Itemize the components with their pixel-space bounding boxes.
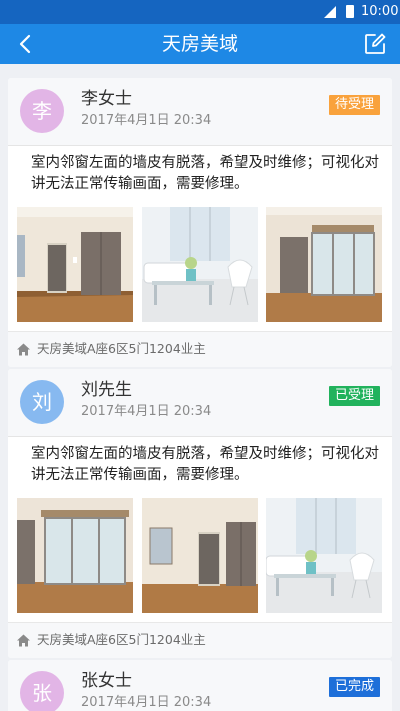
page-title: 天房美域 [161, 33, 238, 55]
repair-card[interactable]: 张 张女士 2017年4月1日 20:34 已完成 [8, 660, 392, 711]
edit-icon[interactable] [362, 31, 388, 57]
card-header: 李 李女士 2017年4月1日 20:34 待受理 [8, 78, 392, 145]
repair-list[interactable]: 李 李女士 2017年4月1日 20:34 待受理 室内邻窗左面的墙皮有脱落，希… [0, 64, 400, 711]
status-bar: 10:00 [0, 0, 400, 24]
photo-thumbnail[interactable] [142, 498, 258, 613]
home-icon [17, 634, 30, 647]
requester-name: 张女士 [81, 671, 132, 691]
battery-icon [346, 5, 354, 18]
status-time: 10:00 [361, 4, 399, 19]
status-badge: 已完成 [328, 677, 380, 697]
repair-description: 室内邻窗左面的墙皮有脱落，希望及时维修；可视化对讲无法正常传输画面，需要修理。 [31, 155, 379, 192]
status-badge: 待受理 [328, 95, 380, 115]
header-bar: 天房美域 [0, 24, 400, 64]
photo-thumbnail[interactable] [17, 498, 133, 613]
owner-address: 天房美域A座6区5门1204业主 [37, 341, 206, 356]
card-header: 张 张女士 2017年4月1日 20:34 已完成 [8, 660, 392, 711]
photo-thumbnail[interactable] [142, 207, 258, 322]
photo-thumbnail[interactable] [17, 207, 133, 322]
card-header: 刘 刘先生 2017年4月1日 20:34 已受理 [8, 369, 392, 436]
request-time: 2017年4月1日 20:34 [81, 695, 212, 710]
photo-row [8, 207, 392, 327]
avatar: 张 [20, 671, 64, 711]
card-footer: 天房美域A座6区5门1204业主 [8, 331, 392, 367]
owner-address: 天房美域A座6区5门1204业主 [37, 632, 206, 647]
photo-thumbnail[interactable] [266, 498, 382, 613]
repair-card[interactable]: 刘 刘先生 2017年4月1日 20:34 已受理 室内邻窗左面的墙皮有脱落，希… [8, 369, 392, 658]
avatar: 刘 [20, 380, 64, 424]
request-time: 2017年4月1日 20:34 [81, 404, 212, 419]
home-icon [17, 343, 30, 356]
signal-icon [324, 6, 336, 18]
photo-thumbnail[interactable] [266, 207, 382, 322]
requester-name: 刘先生 [81, 380, 132, 400]
avatar: 李 [20, 89, 64, 133]
status-badge: 已受理 [328, 386, 380, 406]
repair-description: 室内邻窗左面的墙皮有脱落，希望及时维修；可视化对讲无法正常传输画面，需要修理。 [31, 446, 379, 483]
requester-name: 李女士 [81, 89, 132, 109]
photo-row [8, 498, 392, 618]
card-footer: 天房美域A座6区5门1204业主 [8, 622, 392, 658]
repair-card[interactable]: 李 李女士 2017年4月1日 20:34 待受理 室内邻窗左面的墙皮有脱落，希… [8, 78, 392, 367]
request-time: 2017年4月1日 20:34 [81, 113, 212, 128]
